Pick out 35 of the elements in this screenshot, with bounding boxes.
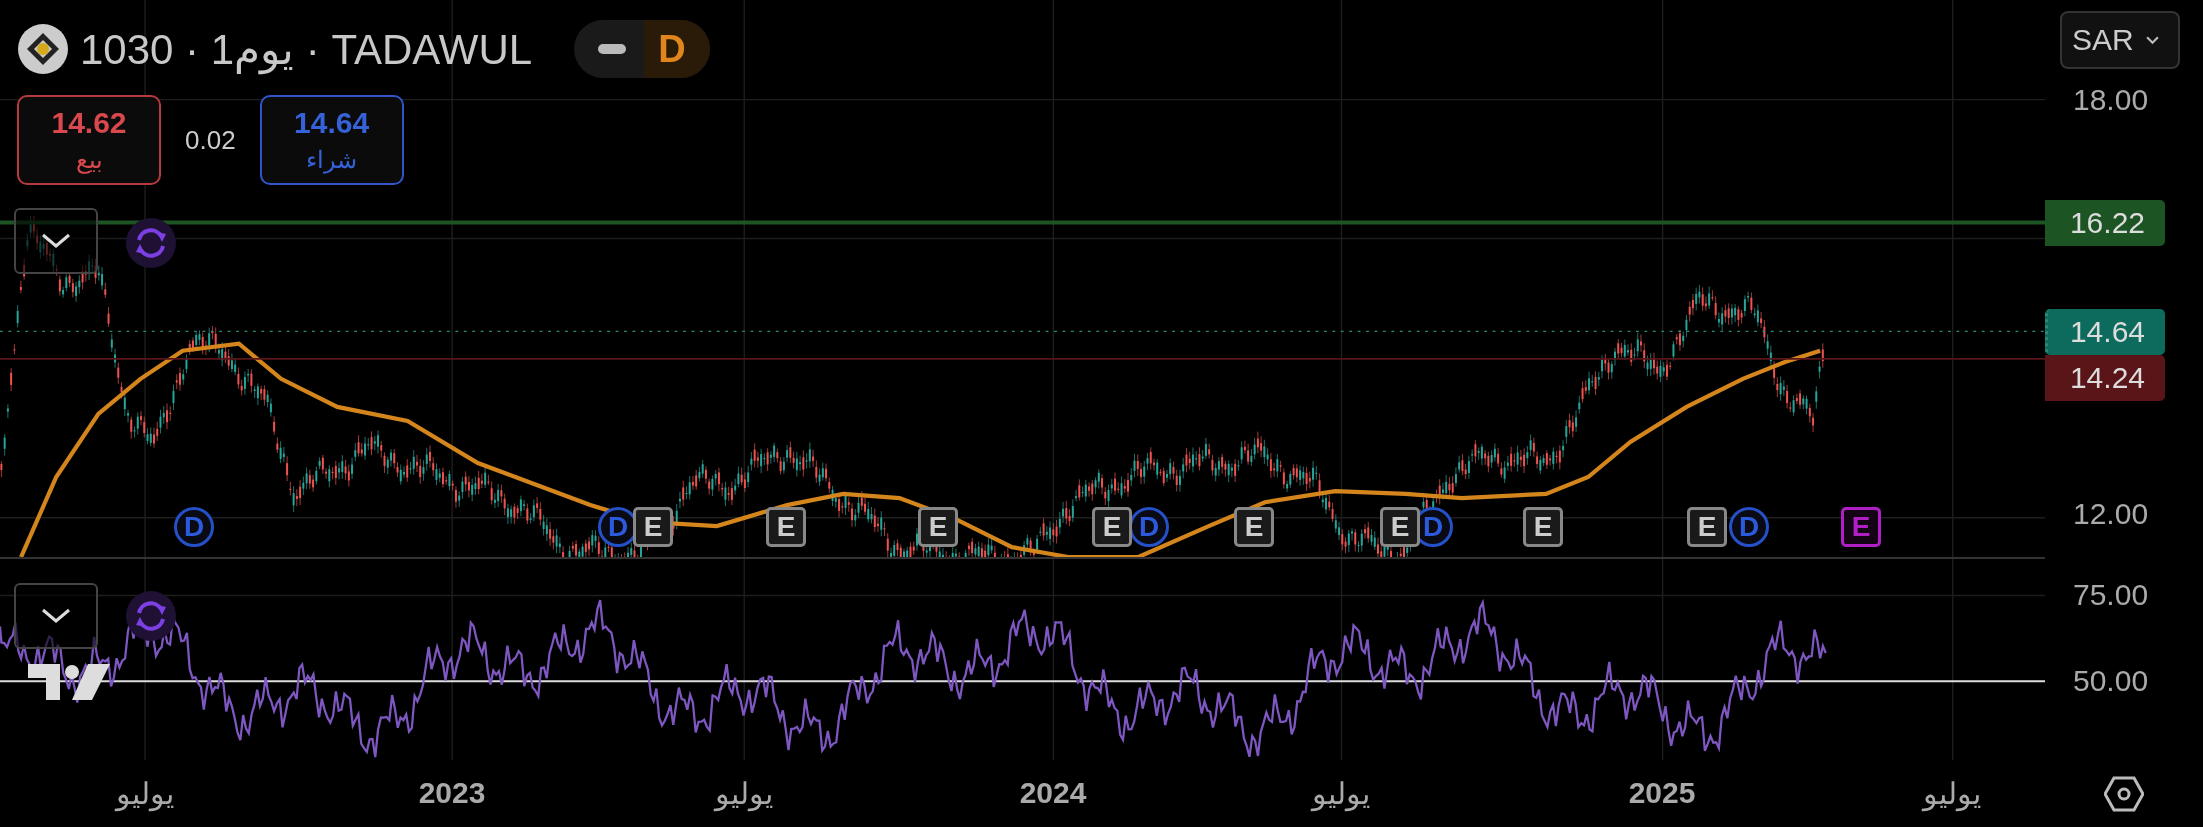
collapse-button[interactable]	[14, 208, 98, 274]
event-marker[interactable]: E	[918, 507, 958, 547]
time-label: 2025	[1628, 776, 1696, 810]
time-label: 2024	[1019, 776, 1087, 810]
refresh-icon[interactable]	[126, 591, 176, 641]
chevron-down-icon	[41, 608, 71, 624]
symbol-title: 1030 · 1يوم · TADAWUL	[80, 24, 533, 74]
time-label: يوليو	[715, 776, 773, 811]
spread-value: 0.02	[185, 124, 236, 156]
time-label: يوليو	[116, 776, 174, 811]
event-marker[interactable]: E	[1234, 507, 1274, 547]
rsi-label: 50.00	[2073, 664, 2149, 698]
chevron-down-icon	[41, 233, 71, 249]
event-marker[interactable]: E	[766, 507, 806, 547]
refresh-icon[interactable]	[126, 218, 176, 268]
time-label: 2023	[418, 776, 486, 810]
mode-toggle[interactable]: D	[574, 20, 710, 78]
symbol-logo-icon	[18, 24, 68, 74]
event-marker[interactable]: E	[1380, 507, 1420, 547]
time-label: يوليو	[1312, 776, 1370, 811]
event-marker[interactable]: E	[1092, 507, 1132, 547]
price-tag: 14.64	[2045, 308, 2165, 355]
price-tag: 16.22	[2045, 199, 2165, 246]
event-marker[interactable]: E	[1687, 507, 1727, 547]
event-marker[interactable]: E	[1841, 507, 1881, 547]
event-marker[interactable]: E	[633, 507, 673, 547]
collapse-button[interactable]	[14, 583, 98, 649]
chevron-down-icon	[2145, 35, 2159, 45]
price-label: 18.00	[2073, 83, 2149, 117]
event-marker[interactable]: E	[1523, 507, 1563, 547]
price-tag: 14.24	[2045, 354, 2165, 401]
currency-dropdown[interactable]: SAR	[2060, 11, 2180, 69]
price-label: 12.00	[2073, 497, 2149, 531]
time-label: يوليو	[1923, 776, 1981, 811]
rsi-label: 75.00	[2073, 578, 2149, 612]
